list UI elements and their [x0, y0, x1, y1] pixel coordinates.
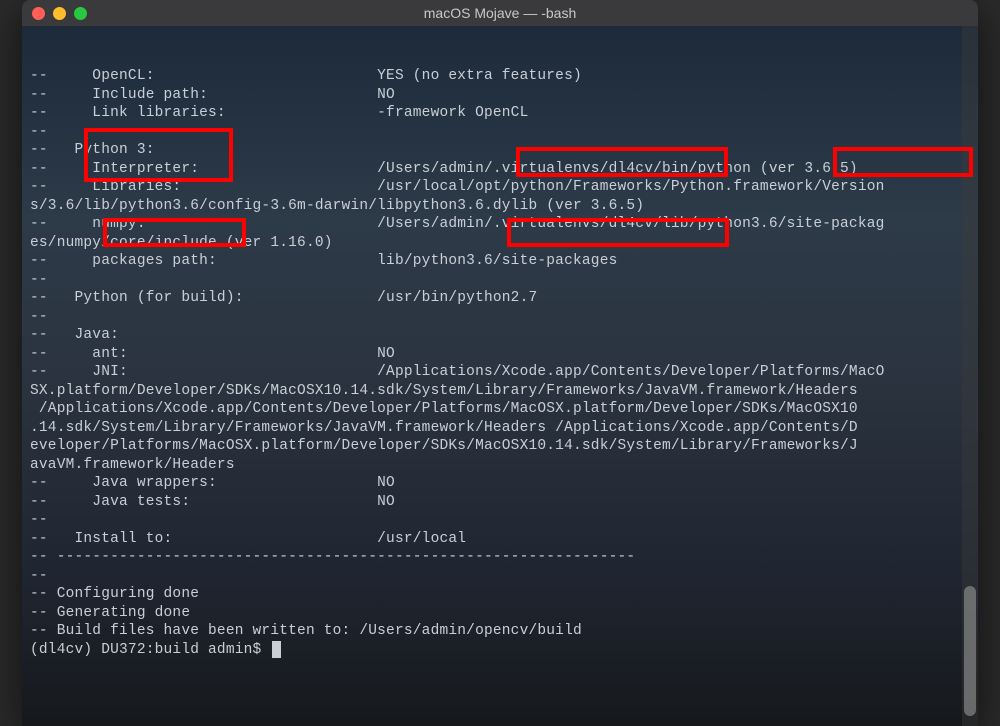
terminal-line: (dl4cv) DU372:build admin$ [30, 641, 970, 660]
terminal-line: -- ant: NO [30, 345, 970, 364]
scrollbar-thumb[interactable] [964, 586, 976, 716]
traffic-lights [32, 7, 87, 20]
terminal-line: -- Java wrappers: NO [30, 474, 970, 493]
close-icon[interactable] [32, 7, 45, 20]
terminal-line: -- [30, 271, 970, 290]
terminal-line: es/numpy/core/include (ver 1.16.0) [30, 234, 970, 253]
minimize-icon[interactable] [53, 7, 66, 20]
terminal-line: s/3.6/lib/python3.6/config-3.6m-darwin/l… [30, 197, 970, 216]
maximize-icon[interactable] [74, 7, 87, 20]
terminal-output[interactable]: -- OpenCL: YES (no extra features)-- Inc… [22, 26, 978, 663]
terminal-line: -- Python 3: [30, 141, 970, 160]
scrollbar[interactable] [962, 26, 978, 726]
terminal-line: .14.sdk/System/Library/Frameworks/JavaVM… [30, 419, 970, 438]
terminal-line: -- [30, 308, 970, 327]
terminal-line: /Applications/Xcode.app/Contents/Develop… [30, 400, 970, 419]
cursor [272, 641, 281, 658]
terminal-line: -- JNI: /Applications/Xcode.app/Contents… [30, 363, 970, 382]
terminal-line: -- Python (for build): /usr/bin/python2.… [30, 289, 970, 308]
window-title: macOS Mojave — -bash [424, 5, 577, 21]
terminal-line: -- Java: [30, 326, 970, 345]
terminal-line: eveloper/Platforms/MacOSX.platform/Devel… [30, 437, 970, 456]
terminal-line: -- OpenCL: YES (no extra features) [30, 67, 970, 86]
terminal-line: -- Install to: /usr/local [30, 530, 970, 549]
terminal-line: -- packages path: lib/python3.6/site-pac… [30, 252, 970, 271]
terminal-line: -- Configuring done [30, 585, 970, 604]
terminal-window: macOS Mojave — -bash -- OpenCL: YES (no … [22, 0, 978, 726]
terminal-line: -- Link libraries: -framework OpenCL [30, 104, 970, 123]
terminal-line: -- numpy: /Users/admin/.virtualenvs/dl4c… [30, 215, 970, 234]
terminal-line: -- Generating done [30, 604, 970, 623]
terminal-line: -- [30, 511, 970, 530]
terminal-line: SX.platform/Developer/SDKs/MacOSX10.14.s… [30, 382, 970, 401]
terminal-line: -- Interpreter: /Users/admin/.virtualenv… [30, 160, 970, 179]
terminal-line: -- Build files have been written to: /Us… [30, 622, 970, 641]
terminal-line: -- -------------------------------------… [30, 548, 970, 567]
terminal-line: -- Java tests: NO [30, 493, 970, 512]
titlebar[interactable]: macOS Mojave — -bash [22, 0, 978, 26]
terminal-line: -- [30, 567, 970, 586]
terminal-line: avaVM.framework/Headers [30, 456, 970, 475]
terminal-line: -- Include path: NO [30, 86, 970, 105]
terminal-line: -- [30, 123, 970, 142]
terminal-line: -- Libraries: /usr/local/opt/python/Fram… [30, 178, 970, 197]
